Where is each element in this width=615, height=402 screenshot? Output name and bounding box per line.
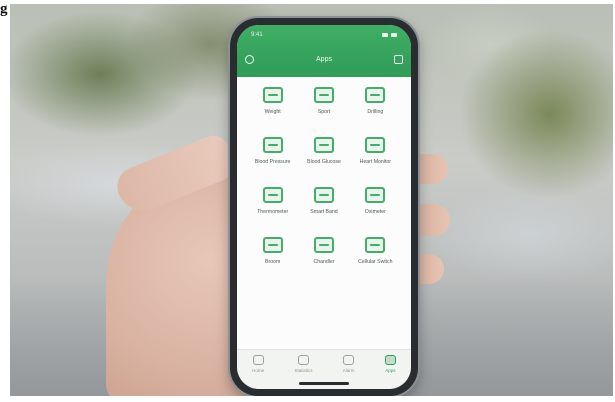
status-time: 9:41 [251,32,263,38]
app-tile-label: Oximeter [364,209,386,215]
app-tile-label: Broom [265,259,281,265]
tab-apps[interactable]: Apps [384,355,396,373]
app-tile-label: Chandler [313,259,335,265]
app-tile[interactable]: Sport [298,81,349,115]
app-header: 9:41 Apps [237,25,411,77]
drill-icon [365,87,386,103]
tab-label: Apps [385,368,396,373]
home-indicator [299,382,349,385]
device-grid: Weight Sport Drilling Blood Pressure Blood G… [247,81,401,265]
status-bar: 9:41 [251,30,397,40]
home-icon [252,355,264,365]
add-icon[interactable] [394,54,403,64]
app-tile-label: Weight [264,109,281,115]
stats-icon [297,355,309,365]
photo-background: 9:41 Apps Weight Sport Drilling Blood Press… [10,4,613,396]
app-tile[interactable]: Blood Glucose [298,131,349,165]
alarm-icon [343,355,355,365]
tab-alarm[interactable]: Alarm [343,355,355,373]
app-tile-label: Smart Band [310,209,338,215]
app-tile[interactable]: Broom [247,231,298,265]
app-tile-label: Drilling [367,109,384,115]
scale-icon [262,87,283,103]
tab-home[interactable]: Home [252,355,264,373]
band-icon [313,187,334,203]
app-tile-label: Heart Monitor [359,159,392,165]
tab-label: Home [252,368,265,373]
app-tile-label: Blood Pressure [254,159,291,165]
app-tile[interactable]: Oximeter [350,181,401,215]
apps-icon [384,355,396,365]
app-tile-label: Sport [317,109,331,115]
monitor-icon [365,137,386,153]
smartphone: 9:41 Apps Weight Sport Drilling Blood Press… [230,18,418,396]
oximeter-icon [365,187,386,203]
app-tile[interactable]: Blood Pressure [247,131,298,165]
app-tile[interactable]: Chandler [298,231,349,265]
lamp-icon [313,237,334,253]
app-title: Apps [316,55,332,63]
corner-text: g [0,1,8,17]
signal-icon [382,33,388,37]
title-row: Apps [245,52,403,66]
thermometer-icon [262,187,283,203]
tab-label: Alarm [342,368,355,373]
app-tile[interactable]: Thermometer [247,181,298,215]
tab-statistics[interactable]: Statistics [294,355,312,373]
tab-label: Statistics [294,368,313,373]
app-tile[interactable]: Heart Monitor [350,131,401,165]
settings-icon[interactable] [245,54,254,64]
app-tile[interactable]: Weight [247,81,298,115]
battery-icon [391,33,397,37]
app-tile[interactable]: Smart Band [298,181,349,215]
glucose-icon [313,137,334,153]
broom-icon [262,237,283,253]
status-icons [382,33,397,37]
heart-icon [262,137,283,153]
switch-icon [365,237,386,253]
sport-icon [313,87,334,103]
phone-screen: 9:41 Apps Weight Sport Drilling Blood Press… [237,25,411,389]
app-tile[interactable]: Cellular Switch [350,231,401,265]
app-tile[interactable]: Drilling [350,81,401,115]
app-tile-label: Thermometer [257,209,289,215]
app-tile-label: Blood Glucose [307,159,341,165]
app-tile-label: Cellular Switch [358,259,393,265]
